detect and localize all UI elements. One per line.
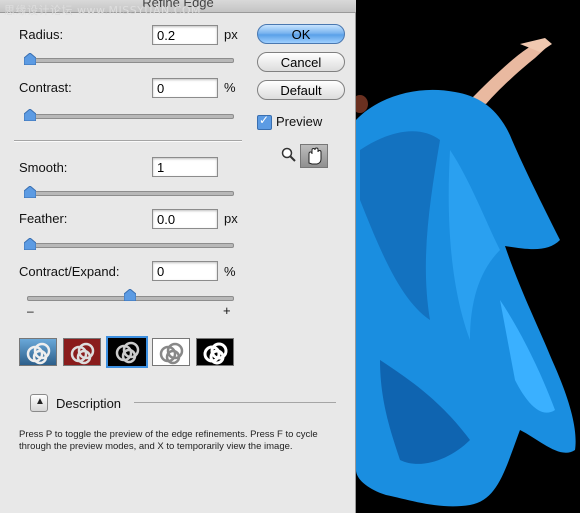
contrast-unit: %	[224, 80, 236, 95]
radius-slider-track[interactable]	[27, 58, 234, 63]
contrast-slider-track[interactable]	[27, 114, 234, 119]
ok-button[interactable]: OK	[257, 24, 345, 44]
expand-plus-label: +	[223, 303, 231, 318]
radius-unit: px	[224, 27, 238, 42]
description-text: Press P to toggle the preview of the edg…	[19, 429, 318, 452]
watermark: 思缘设计论坛 www.MISSYUAN.COM	[4, 4, 202, 17]
contract-expand-field[interactable]: 0	[152, 261, 218, 281]
preview-mode-quick-mask[interactable]	[63, 338, 101, 366]
contrast-field[interactable]: 0	[152, 78, 218, 98]
smooth-slider-thumb[interactable]	[24, 186, 36, 198]
separator	[14, 140, 242, 142]
default-button[interactable]: Default	[257, 80, 345, 100]
preview-mode-standard[interactable]	[19, 338, 57, 366]
contract-minus-label: –	[27, 304, 34, 318]
feather-slider-thumb[interactable]	[24, 238, 36, 250]
preview-mode-on-white[interactable]	[152, 338, 190, 366]
contract-expand-unit: %	[224, 264, 236, 279]
contract-expand-slider-thumb[interactable]	[124, 289, 136, 301]
feather-label: Feather:	[19, 211, 68, 226]
contrast-label: Contrast:	[19, 80, 72, 95]
zoom-tool-icon[interactable]	[281, 147, 297, 168]
preview-mode-on-black[interactable]	[106, 336, 148, 368]
description-divider	[134, 402, 336, 403]
preview-mode-mask[interactable]	[196, 338, 234, 366]
radius-field[interactable]: 0.2	[152, 25, 218, 45]
cancel-button[interactable]: Cancel	[257, 52, 345, 72]
smooth-label: Smooth:	[19, 160, 68, 175]
radius-label: Radius:	[19, 27, 64, 42]
refine-edge-dialog: Refine Edge Radius: 0.2 px Contrast: 0 %…	[0, 0, 356, 513]
hand-tool-icon[interactable]	[300, 144, 328, 168]
description-label: Description	[56, 396, 122, 411]
smooth-slider-track[interactable]	[27, 191, 234, 196]
preview-label[interactable]: Preview	[276, 114, 322, 129]
checkmark-icon: ✓	[259, 113, 270, 127]
feather-field[interactable]: 0.0	[152, 209, 218, 229]
description-toggle-button[interactable]: ▲	[30, 394, 48, 412]
feather-slider-track[interactable]	[27, 243, 234, 248]
feather-unit: px	[224, 211, 238, 226]
triangle-up-icon: ▲	[35, 396, 45, 407]
preview-checkbox[interactable]: ✓	[257, 113, 272, 130]
contrast-slider-thumb[interactable]	[24, 109, 36, 121]
radius-slider-thumb[interactable]	[24, 53, 36, 65]
contract-expand-label: Contract/Expand:	[19, 264, 120, 279]
smooth-field[interactable]: 1	[152, 157, 218, 177]
